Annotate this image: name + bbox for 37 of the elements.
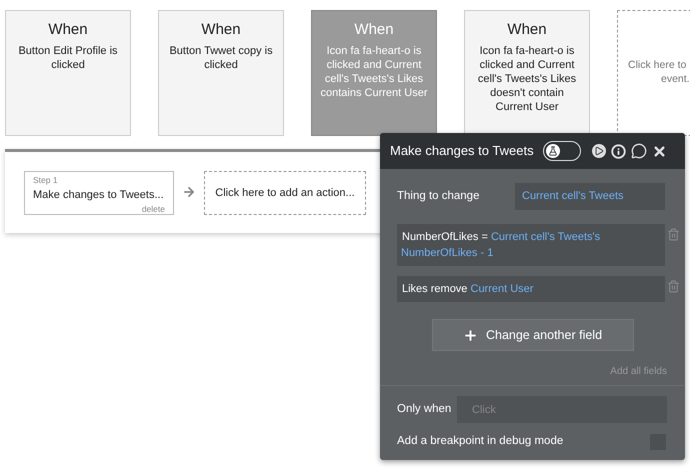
add-action-button[interactable]: Click here to add an action...	[204, 171, 366, 215]
event-heading: When	[200, 20, 242, 40]
only-when-field[interactable]: Click	[457, 396, 667, 423]
change-another-field-button[interactable]: Change another field	[432, 319, 634, 351]
panel-title: Make changes to Tweets	[390, 142, 535, 160]
step-title: Make changes to Tweets...	[33, 188, 165, 203]
step-label: Step 1	[33, 174, 59, 187]
event-card[interactable]: When Button Edit Profile is clicked	[5, 10, 131, 136]
plus-icon	[462, 328, 478, 342]
event-description: Button Edit Profile is clicked	[17, 44, 119, 72]
debug-toggle[interactable]	[543, 141, 581, 161]
arrow-icon	[182, 185, 196, 199]
field-assignment: NumberOfLikes = Current cell's Tweets's NumberOfLikes - 1	[401, 231, 600, 259]
add-event-text: event.	[660, 72, 690, 86]
play-icon[interactable]	[592, 144, 606, 158]
field-row[interactable]: NumberOfLikes = Current cell's Tweets's NumberOfLikes - 1	[397, 224, 665, 266]
event-description: Icon fa fa-heart-o is clicked and Current cell's Tweets's Likes doesn't contain Current User	[476, 44, 578, 114]
thing-label: Thing to change	[396, 188, 480, 204]
delete-link[interactable]: delete	[142, 203, 165, 216]
info-icon[interactable]	[611, 144, 626, 158]
breakpoint-label: Add a breakpoint in debug mode	[397, 434, 564, 449]
field-assignment: Likes remove Current User	[401, 283, 534, 295]
event-description: Icon fa fa-heart-o is clicked and Current cell's Tweets's Likes contains Current User	[320, 44, 428, 100]
event-heading: When	[47, 20, 89, 40]
close-icon[interactable]	[652, 144, 667, 158]
action-step-card[interactable]: Step 1 Make changes to Tweets... delete	[24, 171, 174, 215]
thing-field[interactable]: Current cell's Tweets	[515, 183, 665, 210]
event-card[interactable]: When Icon fa fa-heart-o is clicked and Current cell's Tweets's Likes doesn't contain Current User	[464, 10, 590, 136]
field-row[interactable]: Likes remove Current User	[397, 276, 665, 302]
flask-icon	[548, 146, 558, 156]
event-description: Button Twwet copy is clicked	[168, 44, 274, 72]
only-when-label: Only when	[397, 402, 452, 417]
event-card[interactable]: When Button Twwet copy is clicked	[158, 10, 284, 136]
add-event-text: Click here to	[628, 58, 688, 72]
event-heading: When	[353, 20, 395, 40]
comment-icon[interactable]	[631, 143, 647, 159]
event-heading: When	[506, 20, 548, 40]
